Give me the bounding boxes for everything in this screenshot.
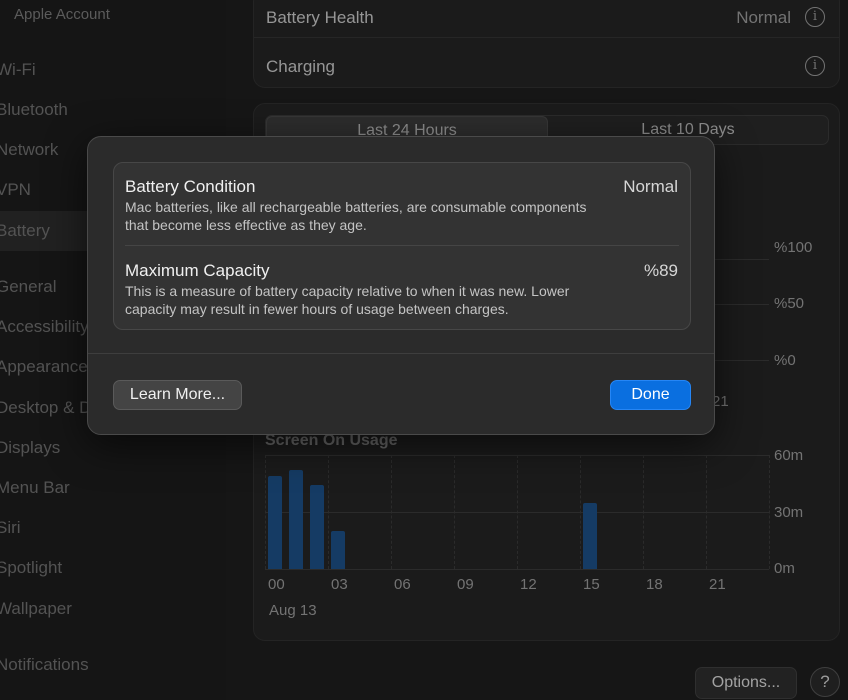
battery-condition-value: Normal xyxy=(623,177,678,196)
done-button[interactable]: Done xyxy=(610,380,691,410)
maximum-capacity-title: Maximum Capacity xyxy=(125,261,270,280)
battery-health-sheet: Battery Condition Normal Mac batteries, … xyxy=(87,136,715,435)
details-divider xyxy=(125,245,679,246)
health-details-group: Battery Condition Normal Mac batteries, … xyxy=(113,162,691,330)
battery-condition-description: Mac batteries, like all rechargeable bat… xyxy=(125,199,587,233)
maximum-capacity-value: %89 xyxy=(643,261,678,280)
maximum-capacity-description: This is a measure of battery capacity re… xyxy=(125,283,570,317)
battery-condition-title: Battery Condition xyxy=(125,177,256,196)
learn-more-button[interactable]: Learn More... xyxy=(113,380,242,410)
sheet-divider xyxy=(88,353,714,354)
